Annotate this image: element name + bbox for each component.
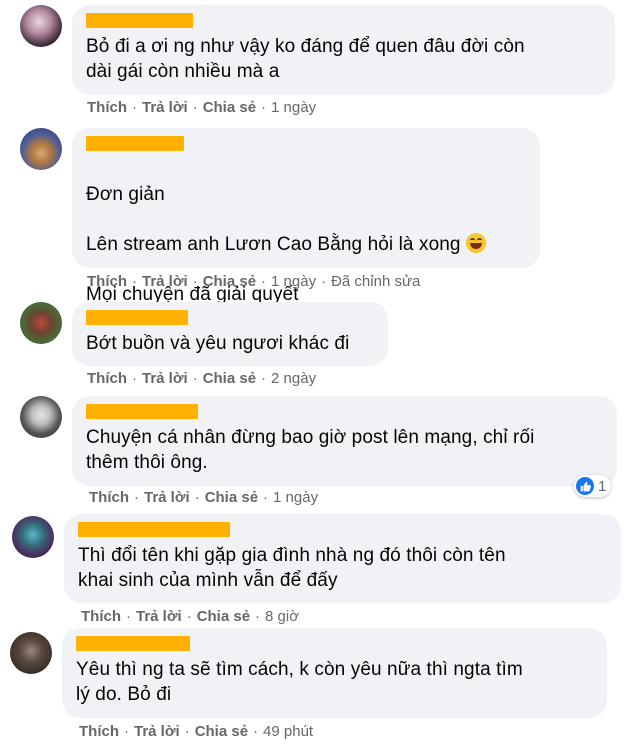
avatar[interactable] bbox=[12, 516, 54, 558]
redacted-name[interactable] bbox=[78, 522, 230, 537]
reaction-count: 1 bbox=[598, 477, 607, 495]
share-link[interactable]: Chia sẻ bbox=[197, 608, 250, 625]
avatar[interactable] bbox=[20, 302, 62, 344]
comment-text: Bỏ đi a ơi ng như vậy ko đáng để quen đâ… bbox=[86, 36, 525, 82]
reply-link[interactable]: Trả lời bbox=[134, 723, 180, 740]
reply-link[interactable]: Trả lời bbox=[142, 273, 188, 290]
reply-link[interactable]: Trả lời bbox=[144, 489, 190, 506]
comment-actions: Thích · Trả lời · Chia sẻ · 2 ngày bbox=[87, 370, 317, 387]
share-link[interactable]: Chia sẻ bbox=[203, 370, 256, 387]
share-link[interactable]: Chia sẻ bbox=[203, 273, 256, 290]
like-link[interactable]: Thích bbox=[87, 273, 127, 290]
redacted-name[interactable] bbox=[76, 636, 190, 651]
comment-line: Lên stream anh Lươn Cao Bằng hỏi là xong bbox=[86, 232, 526, 257]
share-link[interactable]: Chia sẻ bbox=[195, 723, 248, 740]
like-link[interactable]: Thích bbox=[89, 489, 129, 506]
comment-bubble: Bớt buồn và yêu ngươi khác đi bbox=[72, 302, 388, 366]
avatar[interactable] bbox=[10, 632, 52, 674]
comment-bubble: Chuyện cá nhân đừng bao giờ post lên mạn… bbox=[72, 396, 617, 486]
comment-bubble: Thì đổi tên khi gặp gia đình nhà ng đó t… bbox=[64, 514, 621, 603]
comment-text: Yêu thì ng ta sẽ tìm cách, k còn yêu nữa… bbox=[76, 659, 523, 705]
avatar[interactable] bbox=[20, 5, 62, 47]
like-icon bbox=[576, 477, 594, 495]
avatar[interactable] bbox=[20, 128, 62, 170]
like-link[interactable]: Thích bbox=[87, 370, 127, 387]
comment-bubble: Đơn giản Lên stream anh Lươn Cao Bằng hỏ… bbox=[72, 128, 540, 355]
timestamp[interactable]: 1 ngày bbox=[273, 489, 318, 506]
reaction-summary[interactable]: 1 bbox=[574, 475, 612, 497]
comment-text: Chuyện cá nhân đừng bao giờ post lên mạn… bbox=[86, 427, 535, 473]
reply-link[interactable]: Trả lời bbox=[136, 608, 182, 625]
comment-text: Thì đổi tên khi gặp gia đình nhà ng đó t… bbox=[78, 545, 506, 591]
comment-text: Bớt buồn và yêu ngươi khác đi bbox=[86, 333, 350, 354]
redacted-name[interactable] bbox=[86, 310, 188, 325]
avatar[interactable] bbox=[20, 396, 62, 438]
grinning-face-icon bbox=[465, 233, 486, 253]
timestamp[interactable]: 1 ngày bbox=[271, 273, 316, 290]
timestamp[interactable]: 49 phút bbox=[263, 723, 313, 740]
reply-link[interactable]: Trả lời bbox=[142, 370, 188, 387]
comment-actions: Thích · Trả lời · Chia sẻ · 49 phút bbox=[79, 723, 314, 740]
reply-link[interactable]: Trả lời bbox=[142, 99, 188, 116]
redacted-name[interactable] bbox=[86, 136, 184, 151]
share-link[interactable]: Chia sẻ bbox=[205, 489, 258, 506]
comment-bubble: Bỏ đi a ơi ng như vậy ko đáng để quen đâ… bbox=[72, 5, 615, 95]
like-link[interactable]: Thích bbox=[81, 608, 121, 625]
comment-actions: Thích · Trả lời · Chia sẻ · 1 ngày bbox=[89, 489, 319, 506]
share-link[interactable]: Chia sẻ bbox=[203, 99, 256, 116]
comment-actions: Thích · Trả lời · Chia sẻ · 1 ngày bbox=[87, 99, 317, 116]
timestamp[interactable]: 8 giờ bbox=[265, 608, 299, 625]
timestamp[interactable]: 1 ngày bbox=[271, 99, 316, 116]
redacted-name[interactable] bbox=[86, 404, 198, 419]
timestamp[interactable]: 2 ngày bbox=[271, 370, 316, 387]
like-link[interactable]: Thích bbox=[87, 99, 127, 116]
like-link[interactable]: Thích bbox=[79, 723, 119, 740]
comment-bubble: Yêu thì ng ta sẽ tìm cách, k còn yêu nữa… bbox=[62, 628, 607, 718]
comment-actions: Thích · Trả lời · Chia sẻ · 8 giờ bbox=[81, 608, 300, 625]
redacted-name[interactable] bbox=[86, 13, 193, 28]
comment-line: Đơn giản bbox=[86, 184, 165, 205]
edited-label[interactable]: Đã chỉnh sửa bbox=[331, 273, 420, 290]
comment-actions: Thích · Trả lời · Chia sẻ · 1 ngày · Đã chỉnh sử… bbox=[87, 273, 421, 290]
